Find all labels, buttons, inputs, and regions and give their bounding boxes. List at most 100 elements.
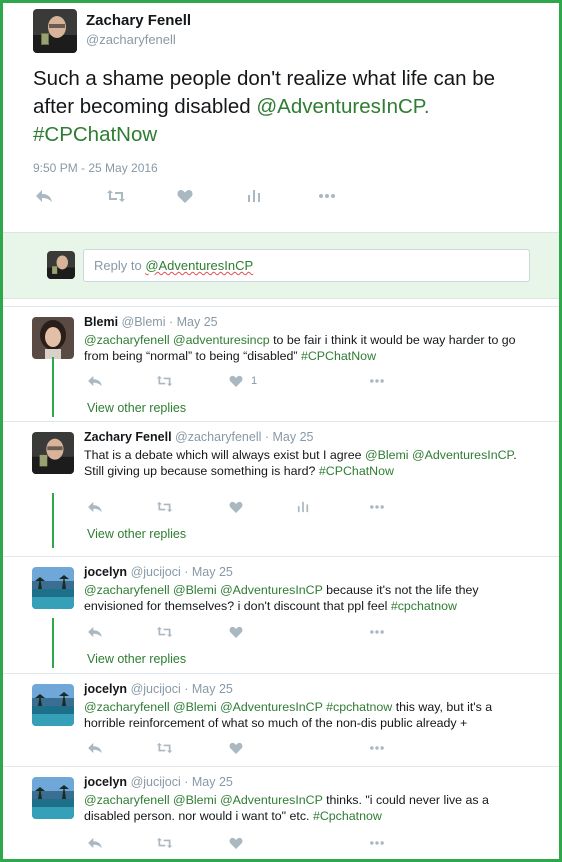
reply-text: That is a debate which will always exist… xyxy=(84,447,529,479)
retweet-icon[interactable] xyxy=(156,742,173,754)
author-handle[interactable]: @zacharyfenell xyxy=(86,32,176,47)
more-icon[interactable] xyxy=(369,626,385,638)
reply-date[interactable]: · May 25 xyxy=(184,682,233,696)
reply-header: Blemi @Blemi · May 25 xyxy=(84,315,218,329)
author-name[interactable]: Zachary Fenell xyxy=(86,12,191,29)
retweet-icon[interactable] xyxy=(156,837,173,849)
like-icon[interactable] xyxy=(177,189,193,203)
reply-header: jocelyn @jucijoci · May 25 xyxy=(84,775,233,789)
thread-line xyxy=(52,618,54,668)
hashtag-link[interactable]: #CPChatNow xyxy=(301,349,376,363)
like-icon[interactable] xyxy=(229,626,243,638)
like-count: 1 xyxy=(251,375,258,387)
reply-separator xyxy=(3,306,559,307)
main-tweet: Zachary Fenell @zacharyfenell Such a sha… xyxy=(3,3,559,232)
reply-header: jocelyn @jucijoci · May 25 xyxy=(84,565,233,579)
thread-line xyxy=(52,357,54,417)
reply-input-prefix: Reply to xyxy=(94,258,146,273)
thread-line xyxy=(52,493,54,548)
like-icon[interactable] xyxy=(229,837,243,849)
hashtag-link[interactable]: #CPChatNow xyxy=(33,123,157,146)
avatar[interactable] xyxy=(32,567,74,609)
reply-author-handle[interactable]: @jucijoci xyxy=(131,565,181,579)
more-icon[interactable] xyxy=(369,501,385,513)
mention-link[interactable]: @zacharyfenell xyxy=(84,333,170,347)
mention-link[interactable]: @zacharyfenell xyxy=(84,793,170,807)
reply-text: @zacharyfenell @adventuresincp to be fai… xyxy=(84,332,529,364)
reply-separator xyxy=(3,673,559,674)
view-other-replies-link[interactable]: View other replies xyxy=(87,652,186,666)
reply-author-name[interactable]: Blemi xyxy=(84,315,118,329)
reply-author-name[interactable]: Zachary Fenell xyxy=(84,430,172,444)
reply-separator xyxy=(3,421,559,422)
reply-bar-avatar xyxy=(47,251,75,279)
reply-date[interactable]: · May 25 xyxy=(169,315,218,329)
avatar[interactable] xyxy=(32,432,74,474)
reply-icon[interactable] xyxy=(87,837,103,849)
reply-separator xyxy=(3,766,559,767)
retweet-icon[interactable] xyxy=(156,375,173,387)
reply-text-segment: That is a debate which will always exist… xyxy=(84,448,365,462)
mention-link[interactable]: @AdventuresInCP xyxy=(220,700,323,714)
more-icon[interactable] xyxy=(369,742,385,754)
avatar[interactable] xyxy=(32,777,74,819)
hashtag-link[interactable]: #cpchatnow xyxy=(326,700,392,714)
reply-header: jocelyn @jucijoci · May 25 xyxy=(84,682,233,696)
avatar[interactable] xyxy=(32,317,74,359)
mention-link[interactable]: @AdventuresInCP xyxy=(220,583,323,597)
reply-author-name[interactable]: jocelyn xyxy=(84,565,127,579)
retweet-icon[interactable] xyxy=(156,501,173,513)
mention-link[interactable]: @zacharyfenell xyxy=(84,700,170,714)
mention-link[interactable]: @AdventuresInCP xyxy=(412,448,513,462)
reply-date[interactable]: · May 25 xyxy=(265,430,314,444)
retweet-icon[interactable] xyxy=(156,626,173,638)
mention-link[interactable]: @zacharyfenell xyxy=(84,583,170,597)
like-icon[interactable]: 1 xyxy=(229,375,257,387)
reply-author-handle[interactable]: @jucijoci xyxy=(131,682,181,696)
mention-link[interactable]: @Blemi xyxy=(173,700,217,714)
mention-link[interactable]: @Blemi xyxy=(173,583,217,597)
like-icon[interactable] xyxy=(229,501,243,513)
reply-icon[interactable] xyxy=(87,501,103,513)
tweet-text: Such a shame people don't realize what l… xyxy=(33,65,533,149)
like-icon[interactable] xyxy=(229,742,243,754)
reply-icon[interactable] xyxy=(87,375,103,387)
reply-input-mention: @AdventuresInCP xyxy=(145,258,254,273)
mention-link[interactable]: @adventuresincp xyxy=(173,333,270,347)
reply-icon[interactable] xyxy=(87,742,103,754)
tweet-screenshot-frame: Zachary Fenell @zacharyfenell Such a sha… xyxy=(0,0,562,862)
reply-text: @zacharyfenell @Blemi @AdventuresInCP th… xyxy=(84,792,529,824)
reply-author-name[interactable]: jocelyn xyxy=(84,682,127,696)
hashtag-link[interactable]: #CPChatNow xyxy=(319,464,394,478)
avatar[interactable] xyxy=(32,684,74,726)
more-icon[interactable] xyxy=(369,375,385,387)
mention-link[interactable]: @Blemi xyxy=(365,448,409,462)
mention-link[interactable]: @AdventuresInCP. xyxy=(256,95,429,118)
reply-separator xyxy=(3,556,559,557)
reply-input[interactable]: Reply to @AdventuresInCP xyxy=(83,249,530,282)
reply-date[interactable]: · May 25 xyxy=(184,775,233,789)
reply-author-handle[interactable]: @Blemi xyxy=(122,315,166,329)
analytics-icon[interactable] xyxy=(297,501,309,513)
reply-author-name[interactable]: jocelyn xyxy=(84,775,127,789)
more-icon[interactable] xyxy=(369,837,385,849)
mention-link[interactable]: @AdventuresInCP xyxy=(220,793,323,807)
analytics-icon[interactable] xyxy=(247,189,261,203)
hashtag-link[interactable]: #Cpchatnow xyxy=(313,809,382,823)
retweet-icon[interactable] xyxy=(107,189,125,203)
reply-icon[interactable] xyxy=(35,189,53,203)
reply-date[interactable]: · May 25 xyxy=(184,565,233,579)
view-other-replies-link[interactable]: View other replies xyxy=(87,401,186,415)
tweet-timestamp[interactable]: 9:50 PM - 25 May 2016 xyxy=(33,161,158,175)
mention-link[interactable]: @Blemi xyxy=(173,793,217,807)
reply-author-handle[interactable]: @jucijoci xyxy=(131,775,181,789)
reply-text: @zacharyfenell @Blemi @AdventuresInCP #c… xyxy=(84,699,529,731)
reply-icon[interactable] xyxy=(87,626,103,638)
avatar[interactable] xyxy=(33,9,77,53)
view-other-replies-link[interactable]: View other replies xyxy=(87,527,186,541)
reply-text: @zacharyfenell @Blemi @AdventuresInCP be… xyxy=(84,582,529,614)
reply-header: Zachary Fenell @zacharyfenell · May 25 xyxy=(84,430,314,444)
more-icon[interactable] xyxy=(318,189,336,203)
hashtag-link[interactable]: #cpchatnow xyxy=(391,599,457,613)
reply-author-handle[interactable]: @zacharyfenell xyxy=(175,430,261,444)
